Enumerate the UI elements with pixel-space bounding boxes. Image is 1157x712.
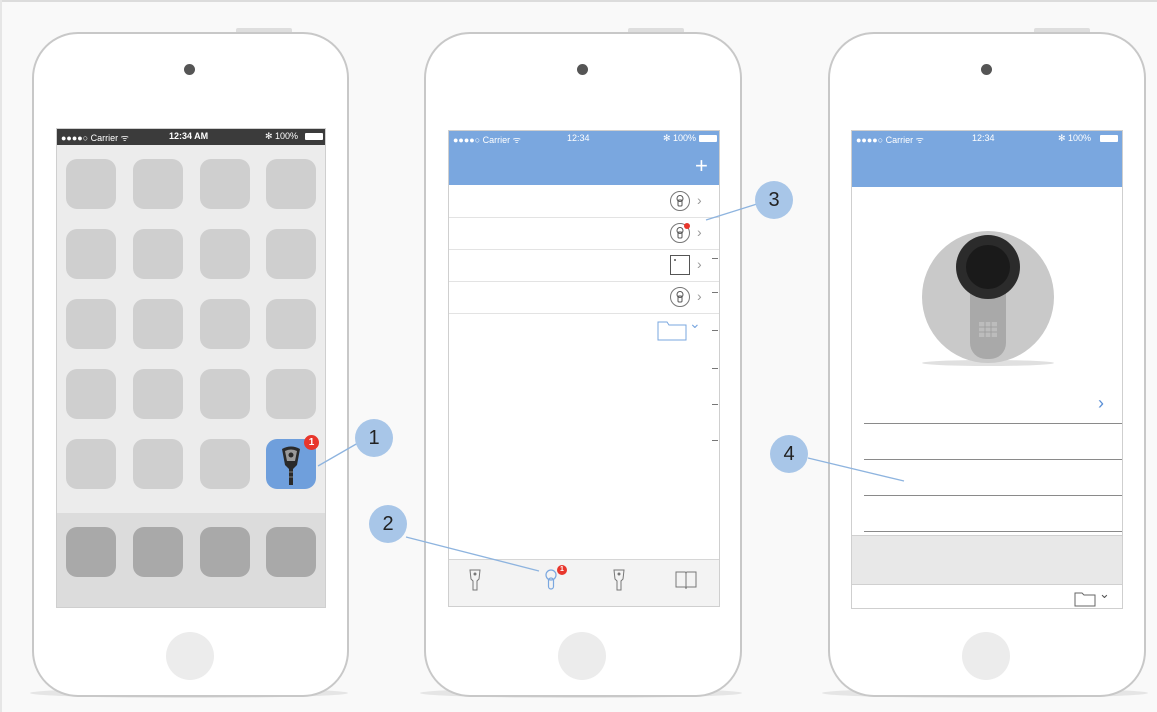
- notification-badge: 1: [304, 435, 319, 450]
- chevron-right-icon[interactable]: ›: [1098, 393, 1104, 414]
- app-icon[interactable]: [66, 369, 116, 419]
- tab-bar: 1: [449, 559, 719, 606]
- camera: [981, 64, 992, 75]
- divider: [864, 531, 1122, 532]
- app-icon[interactable]: [133, 229, 183, 279]
- time-label: 12:34 AM: [169, 131, 209, 141]
- app-icon[interactable]: [200, 299, 250, 349]
- chevron-right-icon: ›: [697, 192, 702, 208]
- callout-2: 2: [369, 505, 407, 543]
- scroll-tick: [712, 292, 718, 293]
- chevron-down-icon: ⌄: [689, 315, 701, 331]
- folder-row[interactable]: ⌄: [449, 315, 719, 345]
- camera: [577, 64, 588, 75]
- add-button[interactable]: +: [695, 153, 708, 179]
- lock-cylinder-illustration: [922, 231, 1054, 366]
- lock-detail-screen: ●●●●○ Carrier ᯤ 12:34 ✻ 100% › ⌄: [851, 130, 1123, 609]
- carrier-label: ●●●●○ Carrier ᯤ: [453, 135, 521, 145]
- divider: [864, 459, 1122, 460]
- home-screen: ●●●●○ Carrier ᯤ 12:34 AM ✻ 100% 1: [56, 128, 326, 608]
- home-button[interactable]: [558, 632, 606, 680]
- home-button[interactable]: [962, 632, 1010, 680]
- chevron-down-icon: ⌄: [1099, 586, 1110, 601]
- phone-home-screen: ●●●●○ Carrier ᯤ 12:34 AM ✻ 100% 1: [32, 32, 349, 697]
- divider: [864, 495, 1122, 496]
- scroll-tick: [712, 404, 718, 405]
- navigation-bar: ●●●●○ Carrier ᯤ 12:34 ✻ 100% +: [449, 131, 719, 185]
- key-icon[interactable]: [611, 569, 627, 591]
- carrier-label: ●●●●○ Carrier ᯤ: [856, 135, 924, 145]
- book-icon[interactable]: [675, 570, 697, 590]
- scroll-tick: [712, 258, 718, 259]
- navigation-bar: ●●●●○ Carrier ᯤ 12:34 ✻ 100%: [852, 131, 1122, 187]
- phone-detail-screen: ●●●●○ Carrier ᯤ 12:34 ✻ 100% › ⌄: [828, 32, 1146, 697]
- battery-icon: [1100, 135, 1118, 142]
- folder-icon[interactable]: [1074, 591, 1096, 607]
- list-item[interactable]: ›: [449, 281, 719, 314]
- dock-app-icon[interactable]: [266, 527, 316, 577]
- battery-label: ✻ 100%: [265, 131, 299, 141]
- app-icon[interactable]: [66, 229, 116, 279]
- app-icon[interactable]: [133, 299, 183, 349]
- frame-border-top: [0, 0, 1157, 2]
- key-icon[interactable]: [467, 569, 483, 591]
- app-icon[interactable]: [200, 159, 250, 209]
- battery-icon: [305, 133, 323, 140]
- chevron-right-icon: ›: [697, 288, 702, 304]
- app-icon[interactable]: [133, 159, 183, 209]
- tab-notification-badge: 1: [557, 565, 567, 575]
- app-icon[interactable]: [266, 159, 316, 209]
- app-icon[interactable]: [200, 369, 250, 419]
- app-icon[interactable]: [133, 439, 183, 489]
- home-button[interactable]: [166, 632, 214, 680]
- callout-3: 3: [755, 181, 793, 219]
- lock-list-screen: ●●●●○ Carrier ᯤ 12:34 ✻ 100% + › › › › ⌄…: [448, 130, 720, 607]
- phone-list-screen: ●●●●○ Carrier ᯤ 12:34 ✻ 100% + › › › › ⌄…: [424, 32, 742, 697]
- app-icon[interactable]: [133, 369, 183, 419]
- camera: [184, 64, 195, 75]
- scroll-tick: [712, 440, 718, 441]
- app-icon[interactable]: [266, 229, 316, 279]
- battery-label: ✻ 100%: [663, 133, 697, 143]
- folder-icon: [657, 321, 687, 341]
- list-item[interactable]: ›: [449, 249, 719, 282]
- scroll-tick: [712, 368, 718, 369]
- frame-border-left: [0, 0, 2, 712]
- lock-cylinder-icon: [670, 223, 690, 243]
- app-icon[interactable]: [200, 229, 250, 279]
- carrier-label: ●●●●○ Carrier ᯤ: [61, 133, 129, 143]
- divider: [864, 423, 1122, 424]
- callout-4: 4: [770, 435, 808, 473]
- battery-label: ✻ 100%: [1058, 133, 1092, 143]
- app-icon[interactable]: [200, 439, 250, 489]
- app-icon[interactable]: [266, 369, 316, 419]
- dock: [57, 513, 325, 607]
- app-icon[interactable]: [66, 159, 116, 209]
- list-item[interactable]: ›: [449, 217, 719, 250]
- dock-app-icon[interactable]: [133, 527, 183, 577]
- app-icon[interactable]: [266, 299, 316, 349]
- list-item[interactable]: ›: [449, 185, 719, 218]
- callout-1: 1: [355, 419, 393, 457]
- status-bar: ●●●●○ Carrier ᯤ 12:34 AM ✻ 100%: [57, 129, 325, 145]
- door-frame-icon: [670, 255, 690, 275]
- battery-icon: [699, 135, 717, 142]
- scroll-tick: [712, 330, 718, 331]
- time-label: 12:34: [567, 133, 590, 143]
- lock-cylinder-icon: [670, 287, 690, 307]
- action-area[interactable]: [852, 535, 1122, 585]
- illustration-canvas: ●●●●○ Carrier ᯤ 12:34 AM ✻ 100% 1 ●●●●○ …: [0, 0, 1157, 712]
- lock-app-icon[interactable]: 1: [266, 435, 319, 489]
- chevron-right-icon: ›: [697, 224, 702, 240]
- app-icon[interactable]: [66, 299, 116, 349]
- time-label: 12:34: [972, 133, 995, 143]
- app-icon[interactable]: [66, 439, 116, 489]
- lock-cylinder-icon: [670, 191, 690, 211]
- dock-app-icon[interactable]: [200, 527, 250, 577]
- dock-app-icon[interactable]: [66, 527, 116, 577]
- chevron-right-icon: ›: [697, 256, 702, 272]
